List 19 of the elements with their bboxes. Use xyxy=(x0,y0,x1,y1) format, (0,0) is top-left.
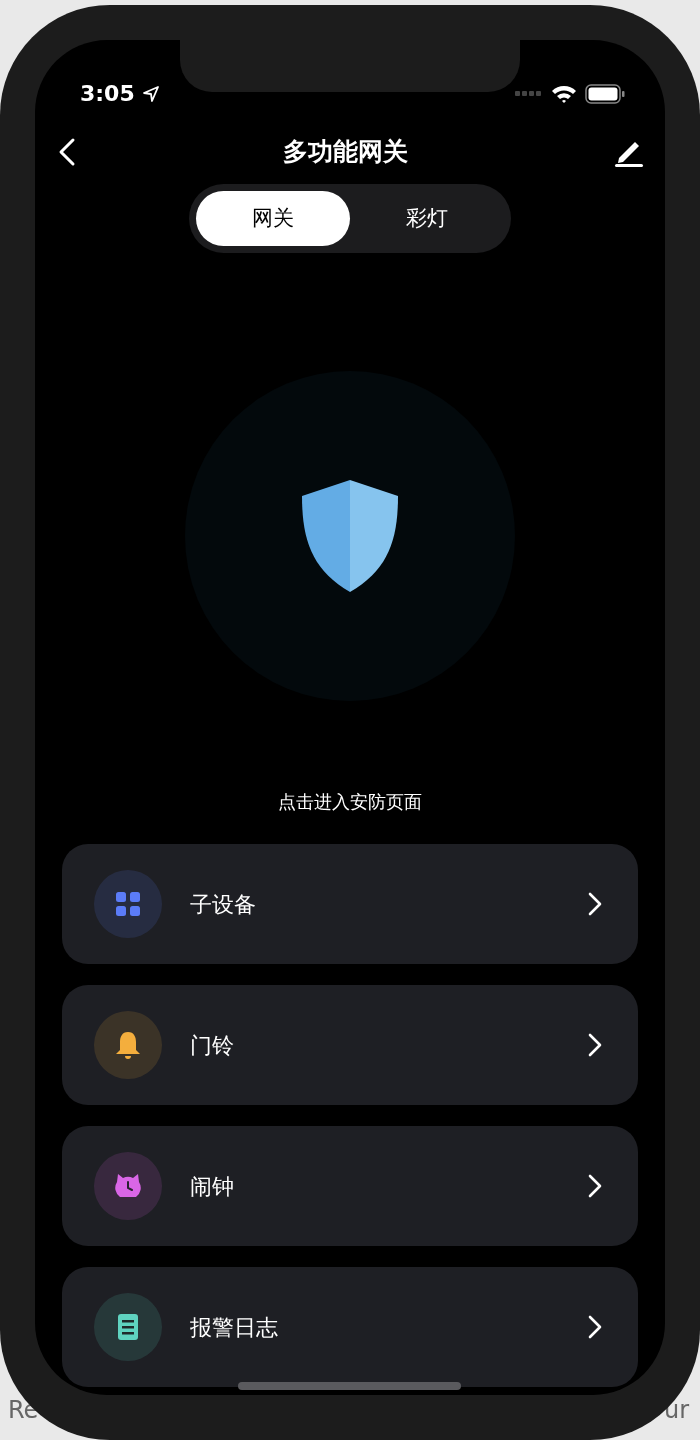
status-time: 3:05 xyxy=(80,80,135,107)
wifi-icon xyxy=(551,83,577,104)
menu-item[interactable]: 报警日志 xyxy=(62,1267,638,1387)
menu-item[interactable]: 门铃 xyxy=(62,985,638,1105)
signal-icon xyxy=(515,90,543,97)
chevron-icon xyxy=(588,1033,602,1057)
security-caption: 点击进入安防页面 xyxy=(277,790,423,814)
back-icon[interactable] xyxy=(57,137,77,167)
chevron-icon xyxy=(588,1315,602,1339)
battery-icon xyxy=(585,83,625,104)
shield-icon xyxy=(302,480,398,592)
tab[interactable]: 彩灯 xyxy=(350,191,504,246)
chevron-icon xyxy=(588,1174,602,1198)
page-title: 多功能网关 xyxy=(282,136,408,169)
location-icon xyxy=(142,85,159,102)
menu-item[interactable]: 闹钟 xyxy=(62,1126,638,1246)
tab[interactable]: 网关 xyxy=(196,191,350,246)
menu-item[interactable]: 子设备 xyxy=(62,844,638,964)
chevron-icon xyxy=(588,892,602,916)
